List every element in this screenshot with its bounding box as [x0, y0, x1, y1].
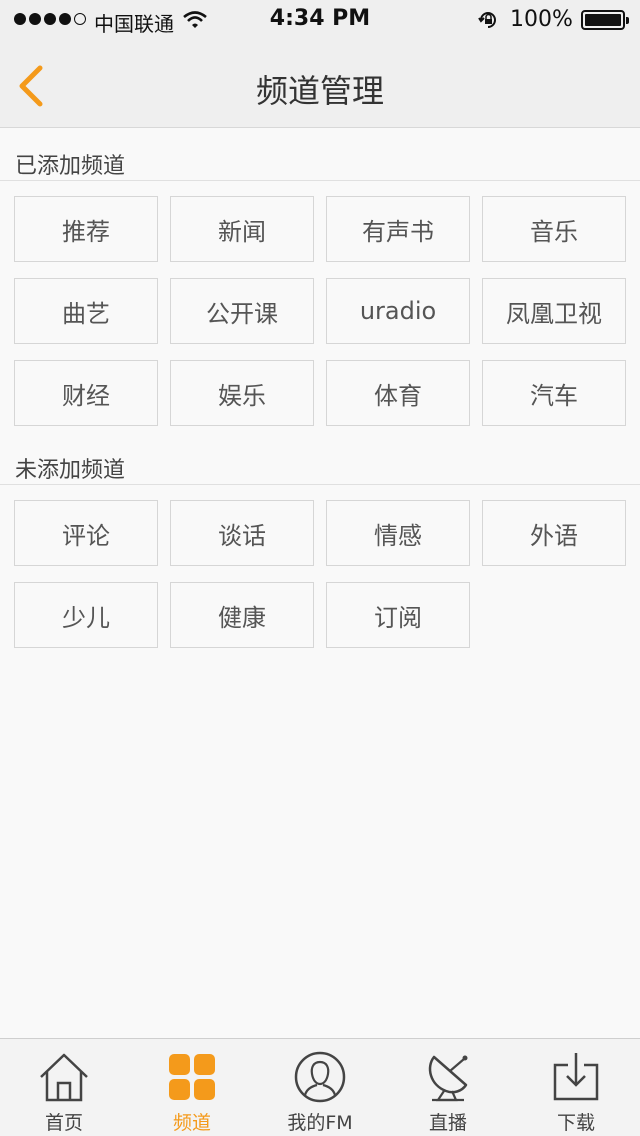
tab-label: 我的FM	[287, 1112, 353, 1134]
channel-chip[interactable]: 健康	[170, 582, 314, 648]
user-profile-icon	[294, 1051, 346, 1103]
channel-chip[interactable]: 汽车	[482, 360, 626, 426]
tab-my-fm[interactable]: 我的FM	[256, 1039, 384, 1136]
battery-percentage: 100%	[510, 7, 573, 32]
tab-download[interactable]: 下载	[512, 1039, 640, 1136]
channel-chip[interactable]: 体育	[326, 360, 470, 426]
battery-icon	[581, 10, 629, 30]
section-divider	[0, 180, 640, 181]
added-section-label: 已添加频道	[15, 154, 126, 179]
channel-chip[interactable]: 有声书	[326, 196, 470, 262]
navigation-bar: 频道管理	[0, 40, 640, 128]
status-bar: 中国联通 4:34 PM 100%	[0, 0, 640, 40]
channel-chip[interactable]: 推荐	[14, 196, 158, 262]
channels-grid-icon	[169, 1054, 215, 1100]
channel-chip[interactable]: 凤凰卫视	[482, 278, 626, 344]
channel-chip[interactable]: uradio	[326, 278, 470, 344]
channel-chip[interactable]: 公开课	[170, 278, 314, 344]
channel-chip[interactable]: 音乐	[482, 196, 626, 262]
channel-chip[interactable]: 娱乐	[170, 360, 314, 426]
channel-chip[interactable]: 订阅	[326, 582, 470, 648]
section-divider	[0, 484, 640, 485]
tab-label: 下载	[556, 1112, 595, 1134]
channel-chip[interactable]: 少儿	[14, 582, 158, 648]
tab-label: 频道	[172, 1112, 211, 1134]
channel-chip[interactable]: 谈话	[170, 500, 314, 566]
home-icon	[40, 1053, 88, 1102]
unadded-section-label: 未添加频道	[15, 458, 126, 483]
tab-label: 首页	[44, 1112, 83, 1134]
channel-chip[interactable]: 新闻	[170, 196, 314, 262]
added-channels-grid: 推荐 新闻 有声书 音乐 曲艺 公开课 uradio 凤凰卫视 财经 娱乐 体育…	[14, 196, 626, 426]
channel-chip[interactable]: 情感	[326, 500, 470, 566]
channel-chip[interactable]: 曲艺	[14, 278, 158, 344]
tab-label: 直播	[428, 1112, 467, 1134]
channel-chip[interactable]: 外语	[482, 500, 626, 566]
channel-chip[interactable]: 评论	[14, 500, 158, 566]
tab-home[interactable]: 首页	[0, 1039, 128, 1136]
unadded-channels-grid: 评论 谈话 情感 外语 少儿 健康 订阅	[14, 500, 626, 648]
download-icon	[553, 1053, 599, 1101]
satellite-dish-icon	[428, 1055, 468, 1102]
channel-chip[interactable]: 财经	[14, 360, 158, 426]
tab-bar: 首页 频道 我的FM 直播 下载	[0, 1038, 640, 1136]
rotation-lock-icon	[478, 12, 496, 28]
tab-channels[interactable]: 频道	[128, 1039, 256, 1136]
page-title: 频道管理	[255, 72, 384, 110]
tab-live[interactable]: 直播	[384, 1039, 512, 1136]
